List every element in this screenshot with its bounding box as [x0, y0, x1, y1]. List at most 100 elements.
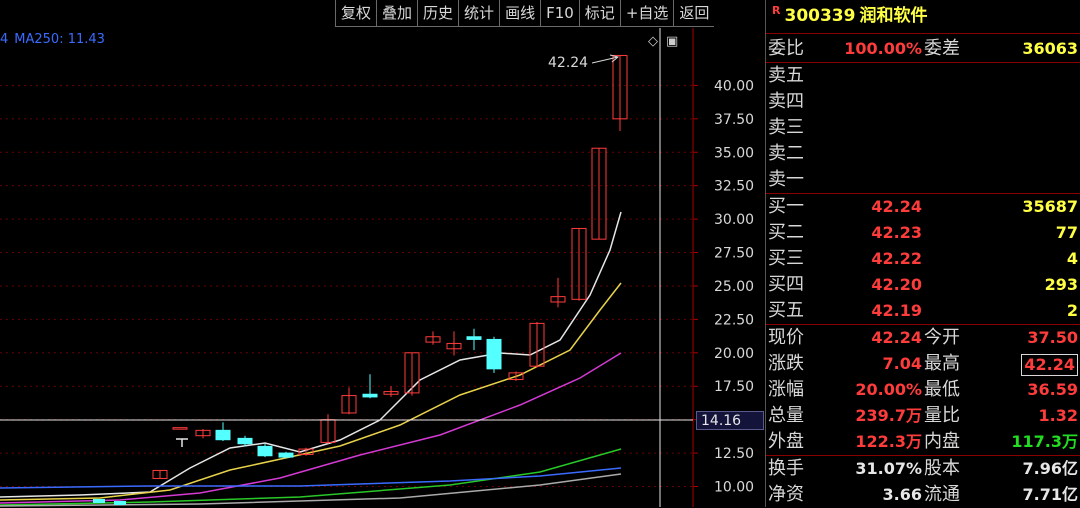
- stat-value: 7.71亿: [1022, 485, 1078, 504]
- stat-row: 净资 3.66 流通 7.71亿: [766, 482, 1080, 508]
- stat-label: 现价: [768, 327, 804, 348]
- buy-row: 买四 42.20 293: [766, 272, 1080, 298]
- sell-row: 卖一: [766, 167, 1080, 193]
- ma-blue-line: [0, 467, 622, 489]
- candle-down: [114, 501, 126, 505]
- buy-label: 买二: [768, 222, 804, 243]
- candle-down: [93, 499, 105, 503]
- margin-trading-badge: R: [772, 4, 781, 17]
- stat-row: 外盘 122.3万 内盘 117.3万: [766, 429, 1080, 455]
- diamond-icon[interactable]: ◇: [648, 34, 658, 49]
- stock-name: 润和软件: [859, 6, 928, 26]
- sell-row: 卖四: [766, 89, 1080, 115]
- weibi-label: 委比: [768, 38, 804, 59]
- toolbar-biaoji-button[interactable]: 标记: [578, 0, 620, 27]
- buy-row: 买三 42.22 4: [766, 246, 1080, 272]
- stat-label: 换手: [768, 458, 804, 479]
- chart-window-controls: ◇ ▣: [648, 34, 686, 49]
- sell-label: 卖五: [768, 65, 804, 86]
- candle-down: [215, 429, 231, 441]
- toolbar-add-watchlist-button[interactable]: +自选: [619, 0, 674, 27]
- stat-value: 31.07%: [855, 459, 922, 478]
- weicha-value: 36063: [1022, 39, 1078, 58]
- sell-row: 卖二: [766, 141, 1080, 167]
- stat-value: 36.59: [1027, 380, 1078, 399]
- candle-down: [237, 437, 253, 445]
- stat-label: 涨跌: [768, 353, 804, 374]
- weibi-value: 100.00%: [844, 39, 922, 58]
- toolbar-huaxian-button[interactable]: 画线: [499, 0, 541, 27]
- weicha-label: 委差: [924, 38, 960, 59]
- toolbar-f10-button[interactable]: F10: [540, 0, 579, 27]
- price-axis-label: 10.00: [714, 480, 754, 496]
- price-axis-label: 12.50: [714, 446, 754, 462]
- price-axis-label: 20.00: [714, 346, 754, 362]
- stat-label: 外盘: [768, 431, 804, 452]
- buy-label: 买五: [768, 300, 804, 321]
- stat-row: 换手 31.07% 股本 7.96亿: [766, 456, 1080, 482]
- buy-volume: 35687: [1022, 197, 1078, 216]
- stat-value: 117.3万: [1011, 432, 1078, 451]
- stat-row: 现价 42.24 今开 37.50: [766, 325, 1080, 351]
- restore-window-icon[interactable]: ▣: [666, 34, 678, 49]
- stat-value: 7.96亿: [1022, 459, 1078, 478]
- weibi-row: 委比 100.00% 委差 36063: [766, 36, 1080, 62]
- stat-label: 总量: [768, 405, 804, 426]
- stat-value: 37.50: [1027, 328, 1078, 347]
- toolbar-diejia-button[interactable]: 叠加: [376, 0, 418, 27]
- candle-down: [486, 338, 502, 370]
- sell-row: 卖三: [766, 115, 1080, 141]
- price-axis-label: 27.50: [714, 246, 754, 262]
- toolbar-tongji-button[interactable]: 统计: [458, 0, 500, 27]
- toolbar-back-button[interactable]: 返回: [673, 0, 715, 27]
- buy-row: 买五 42.19 2: [766, 298, 1080, 324]
- crosshair-price-tag: 14.16: [696, 411, 764, 430]
- price-axis-label: 32.50: [714, 179, 754, 195]
- buy-volume: 4: [1066, 249, 1078, 268]
- kline-chart[interactable]: 40.00 37.50 35.00 32.50 30.00 27.50 25.00 22.50…: [0, 0, 765, 507]
- candle-down: [362, 393, 378, 398]
- buy-label: 买四: [768, 274, 804, 295]
- ma250-indicator: 4 MA250: 11.43: [0, 32, 105, 47]
- buy-volume: 77: [1055, 223, 1078, 242]
- ma250-value: MA250: 11.43: [14, 32, 105, 47]
- buy-price: 42.19: [871, 301, 922, 320]
- stock-code: 300339: [784, 6, 856, 26]
- stat-label: 股本: [924, 458, 960, 479]
- stat-value: 7.04: [882, 354, 922, 373]
- stat-label: 今开: [924, 327, 960, 348]
- stat-value: 3.66: [882, 485, 922, 504]
- sell-label: 卖四: [768, 91, 804, 112]
- sell-row: 卖五: [766, 63, 1080, 89]
- stat-label: 最低: [924, 379, 960, 400]
- toolbar-lishi-button[interactable]: 历史: [417, 0, 459, 27]
- candle-down: [466, 336, 482, 340]
- price-axis-label: 25.00: [714, 279, 754, 295]
- price-axis-label: 30.00: [714, 212, 754, 228]
- buy-price: 42.24: [871, 197, 922, 216]
- stat-row: 涨幅 20.00% 最低 36.59: [766, 377, 1080, 403]
- chart-toolbar: 复权 叠加 历史 统计 画线 F10 标记 +自选 返回: [335, 0, 715, 28]
- sell-label: 卖一: [768, 169, 804, 190]
- stat-value: 122.3万: [855, 432, 922, 451]
- stat-value: 1.32: [1038, 406, 1078, 425]
- price-axis-label: 17.50: [714, 379, 754, 395]
- stat-row: 涨跌 7.04 最高 42.24: [766, 351, 1080, 377]
- toolbar-fuquan-button[interactable]: 复权: [335, 0, 377, 27]
- buy-price: 42.20: [871, 275, 922, 294]
- buy-book: 买一 42.24 35687 买二 42.23 77 买三 42.22 4 买四 42.20 2…: [766, 193, 1080, 324]
- candle-down: [278, 452, 294, 458]
- buy-volume: 2: [1066, 301, 1078, 320]
- candle-down: [257, 445, 273, 457]
- high-price-value: 42.24: [1021, 354, 1078, 376]
- stat-label: 流通: [924, 484, 960, 505]
- buy-price: 42.22: [871, 249, 922, 268]
- stat-label: 涨幅: [768, 379, 804, 400]
- kline-chart-area[interactable]: 40.00 37.50 35.00 32.50 30.00 27.50 25.00 22.50…: [0, 0, 765, 507]
- ma-prefix: 4: [0, 32, 9, 47]
- buy-price: 42.23: [871, 223, 922, 242]
- stats-block: 现价 42.24 今开 37.50 涨跌 7.04 最高 42.24 涨幅 20.00% 最低 3…: [766, 324, 1080, 455]
- candle-up: [172, 427, 188, 430]
- buy-label: 买三: [768, 248, 804, 269]
- stat-label: 最高: [924, 353, 960, 374]
